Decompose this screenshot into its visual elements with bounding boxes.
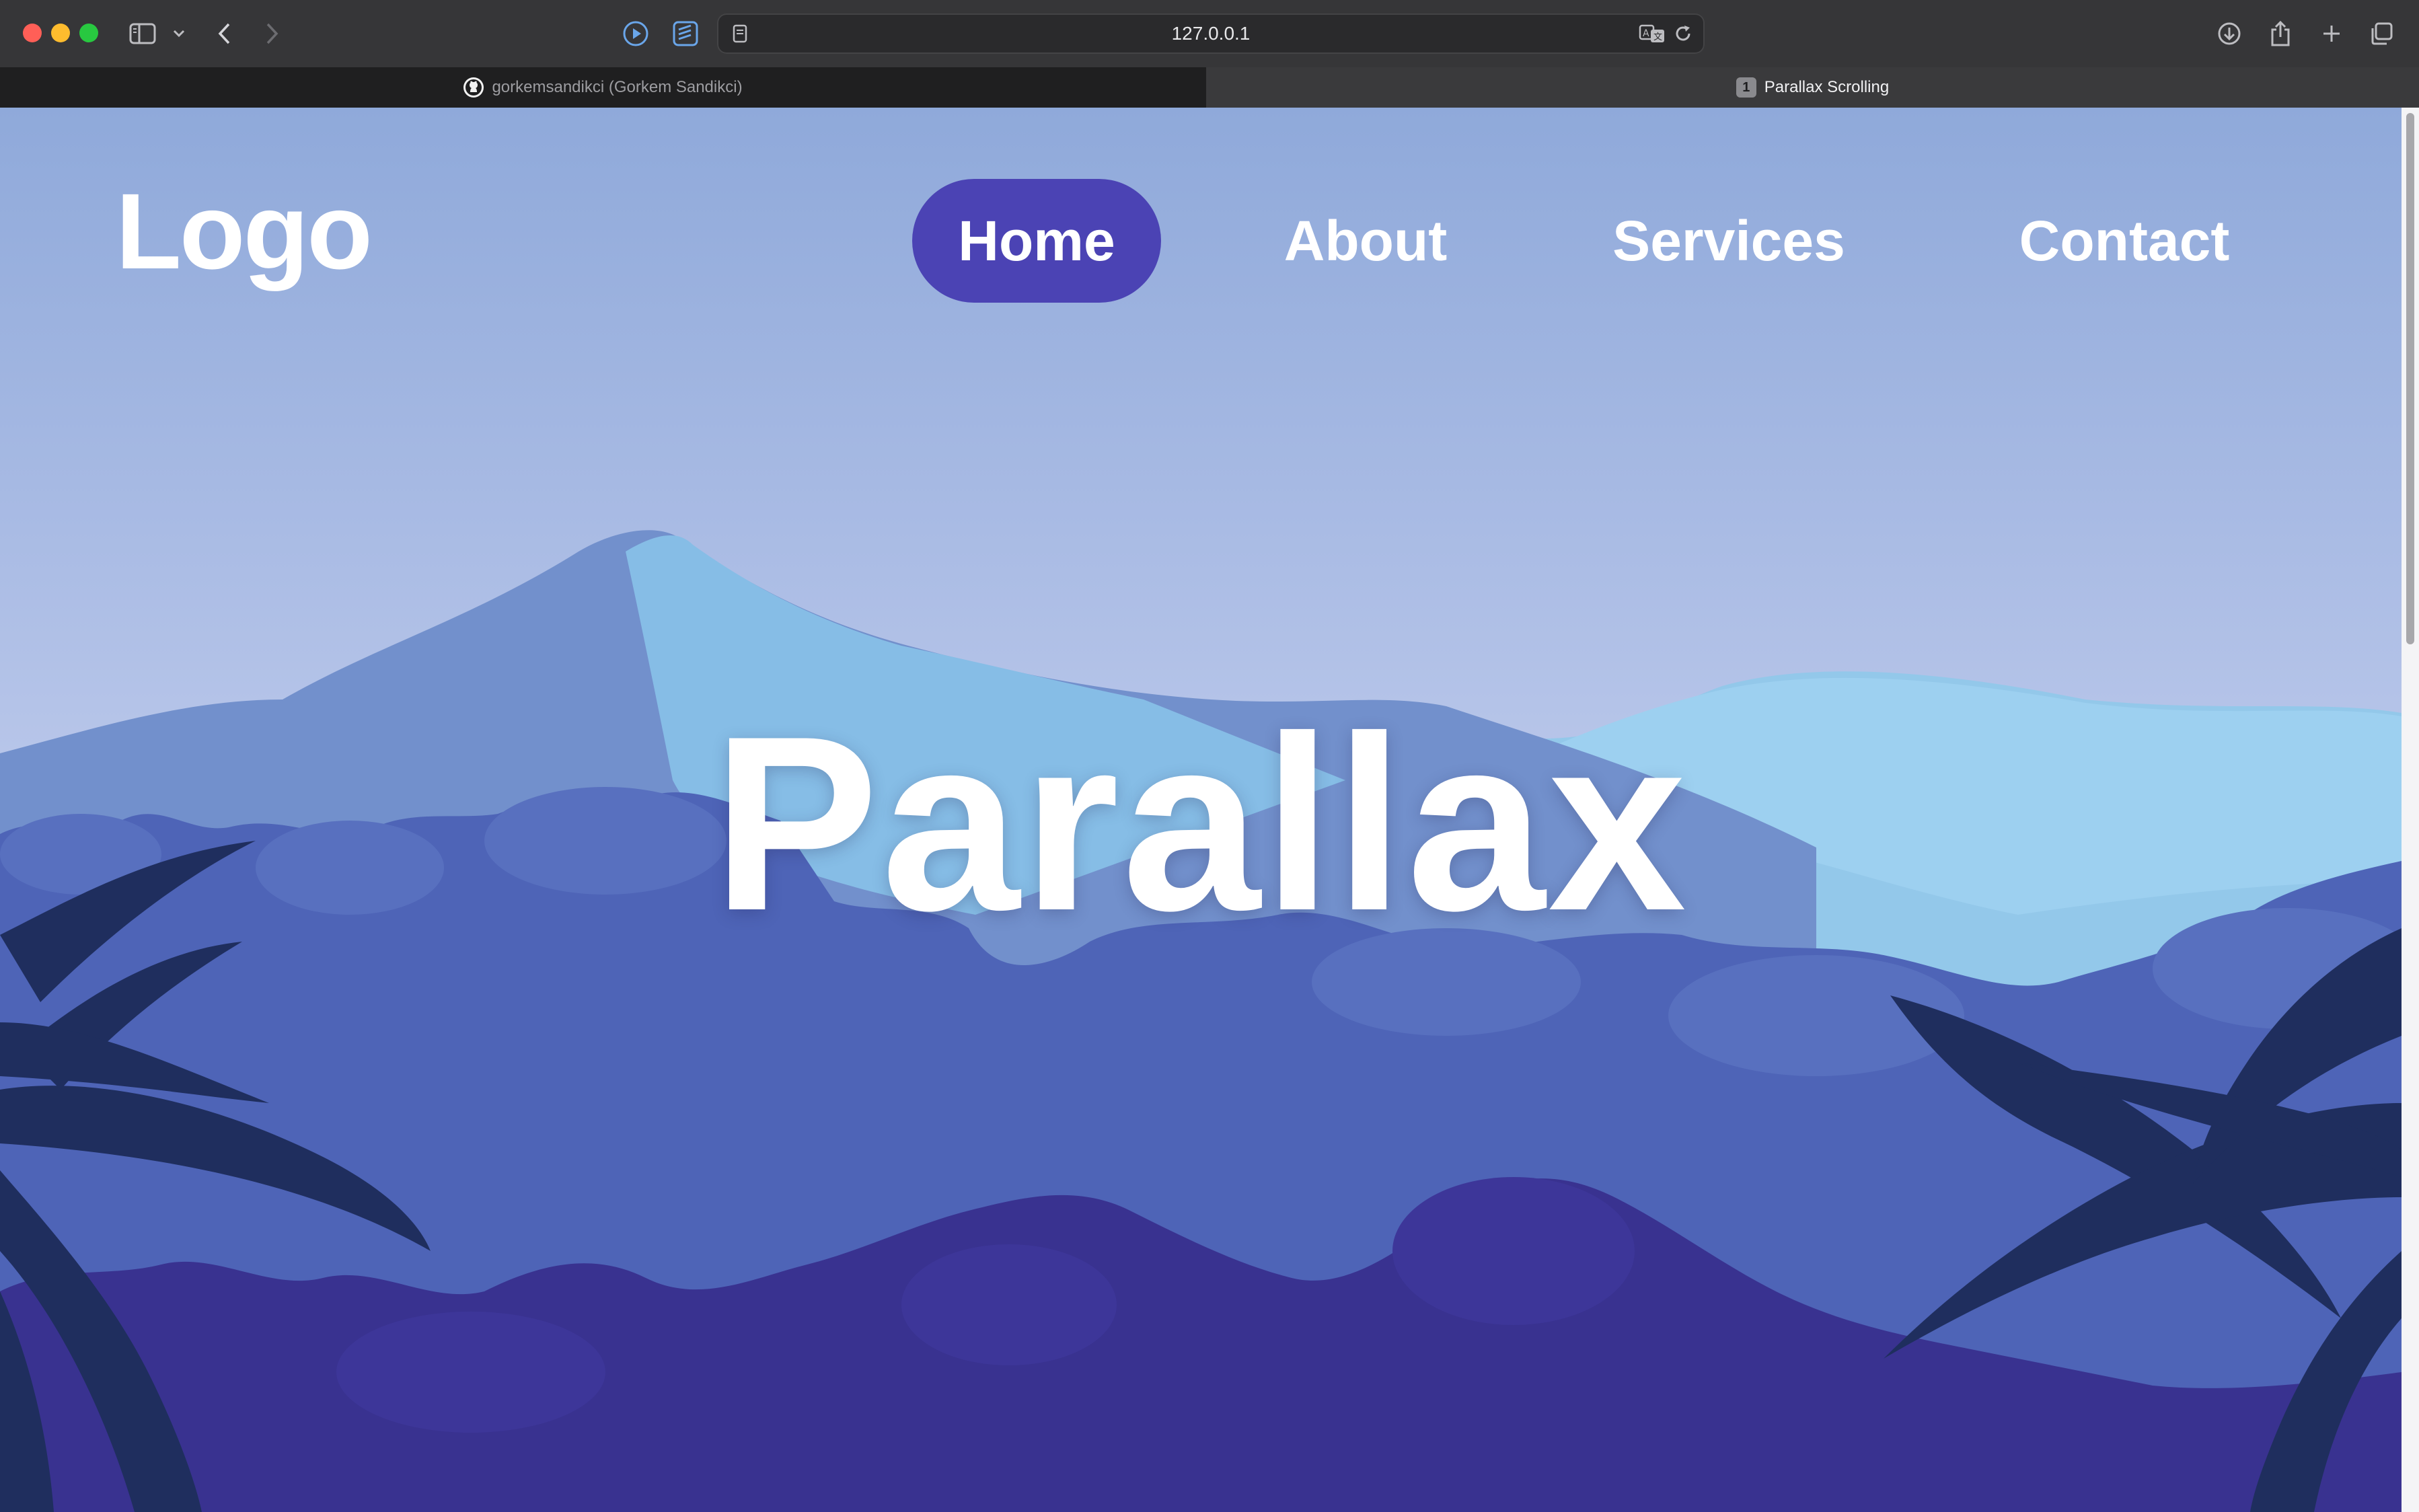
minimize-window-button[interactable] [51, 24, 70, 42]
url-text[interactable]: 127.0.0.1 [717, 13, 1705, 54]
nav-services-link[interactable]: Services [1594, 179, 1863, 303]
translate-icon[interactable]: A文 [1637, 15, 1667, 52]
site-logo[interactable]: Logo [116, 178, 373, 285]
maximize-window-button[interactable] [79, 24, 98, 42]
nav-home-link[interactable]: Home [912, 179, 1161, 303]
reload-icon[interactable] [1670, 15, 1697, 52]
close-window-button[interactable] [23, 24, 42, 42]
tab-parallax[interactable]: 1 Parallax Scrolling [1206, 67, 2419, 108]
scrollbar-thumb[interactable] [2406, 113, 2414, 644]
share-icon[interactable] [2267, 15, 2294, 52]
nav-contact-link[interactable]: Contact [1990, 179, 2259, 303]
tab-number-badge: 1 [1736, 77, 1756, 98]
back-icon[interactable] [214, 15, 234, 52]
tab-github[interactable]: gorkemsandikci (Gorkem Sandikci) [0, 67, 1206, 108]
forward-icon[interactable] [262, 15, 283, 52]
sidebar-icon[interactable] [126, 15, 159, 52]
svg-text:文: 文 [1653, 32, 1662, 42]
tab-bar: gorkemsandikci (Gorkem Sandikci) 1 Paral… [0, 67, 2419, 108]
tab-overview-icon[interactable] [2368, 15, 2395, 52]
page-viewport: Logo Home About Services Contact Paralla… [0, 108, 2402, 1512]
address-bar[interactable]: 127.0.0.1 A文 [717, 13, 1705, 54]
chevron-down-icon[interactable] [171, 15, 187, 52]
play-icon[interactable] [620, 15, 651, 52]
svg-text:A: A [1643, 28, 1649, 39]
reader-icon[interactable] [670, 15, 701, 52]
github-icon [463, 77, 484, 98]
browser-toolbar: 127.0.0.1 A文 [0, 0, 2419, 67]
nav-about-link[interactable]: About [1265, 179, 1466, 303]
new-tab-icon[interactable] [2318, 15, 2345, 52]
hero-title: Parallax [712, 685, 1689, 962]
download-icon[interactable] [2216, 15, 2243, 52]
tab-title: gorkemsandikci (Gorkem Sandikci) [492, 78, 743, 96]
tab-title: Parallax Scrolling [1764, 78, 1890, 96]
